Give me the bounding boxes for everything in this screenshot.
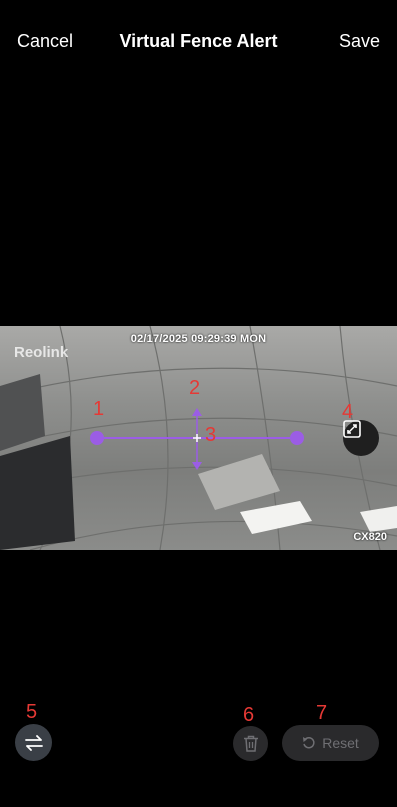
delete-button[interactable] <box>233 726 268 761</box>
marker-7: 7 <box>316 702 328 724</box>
fence-endpoint-left[interactable] <box>90 431 104 445</box>
header-bar: Cancel Virtual Fence Alert Save <box>0 0 397 84</box>
expand-button[interactable] <box>343 420 379 456</box>
trash-icon <box>243 735 258 752</box>
camera-view[interactable]: 02/17/2025 09:29:39 MON Reolink CX820 <box>0 326 397 550</box>
virtual-fence-overlay <box>90 408 304 470</box>
direction-arrow-up[interactable] <box>192 408 202 416</box>
marker-3: 3 <box>205 424 217 446</box>
swap-direction-button[interactable] <box>15 724 52 761</box>
marker-6: 6 <box>243 704 255 726</box>
direction-arrow-down[interactable] <box>192 462 202 470</box>
marker-2: 2 <box>189 377 201 399</box>
marker-4: 4 <box>342 401 354 423</box>
marker-5: 5 <box>26 701 38 723</box>
swap-arrows-icon <box>24 734 43 751</box>
marker-1: 1 <box>93 398 105 420</box>
fence-endpoint-right[interactable] <box>290 431 304 445</box>
reset-label: Reset <box>322 735 359 751</box>
reset-button[interactable]: Reset <box>282 725 379 761</box>
save-button[interactable]: Save <box>339 31 380 52</box>
fence-center-handle[interactable] <box>193 434 201 442</box>
page-title: Virtual Fence Alert <box>119 31 278 51</box>
reset-icon <box>303 737 315 749</box>
